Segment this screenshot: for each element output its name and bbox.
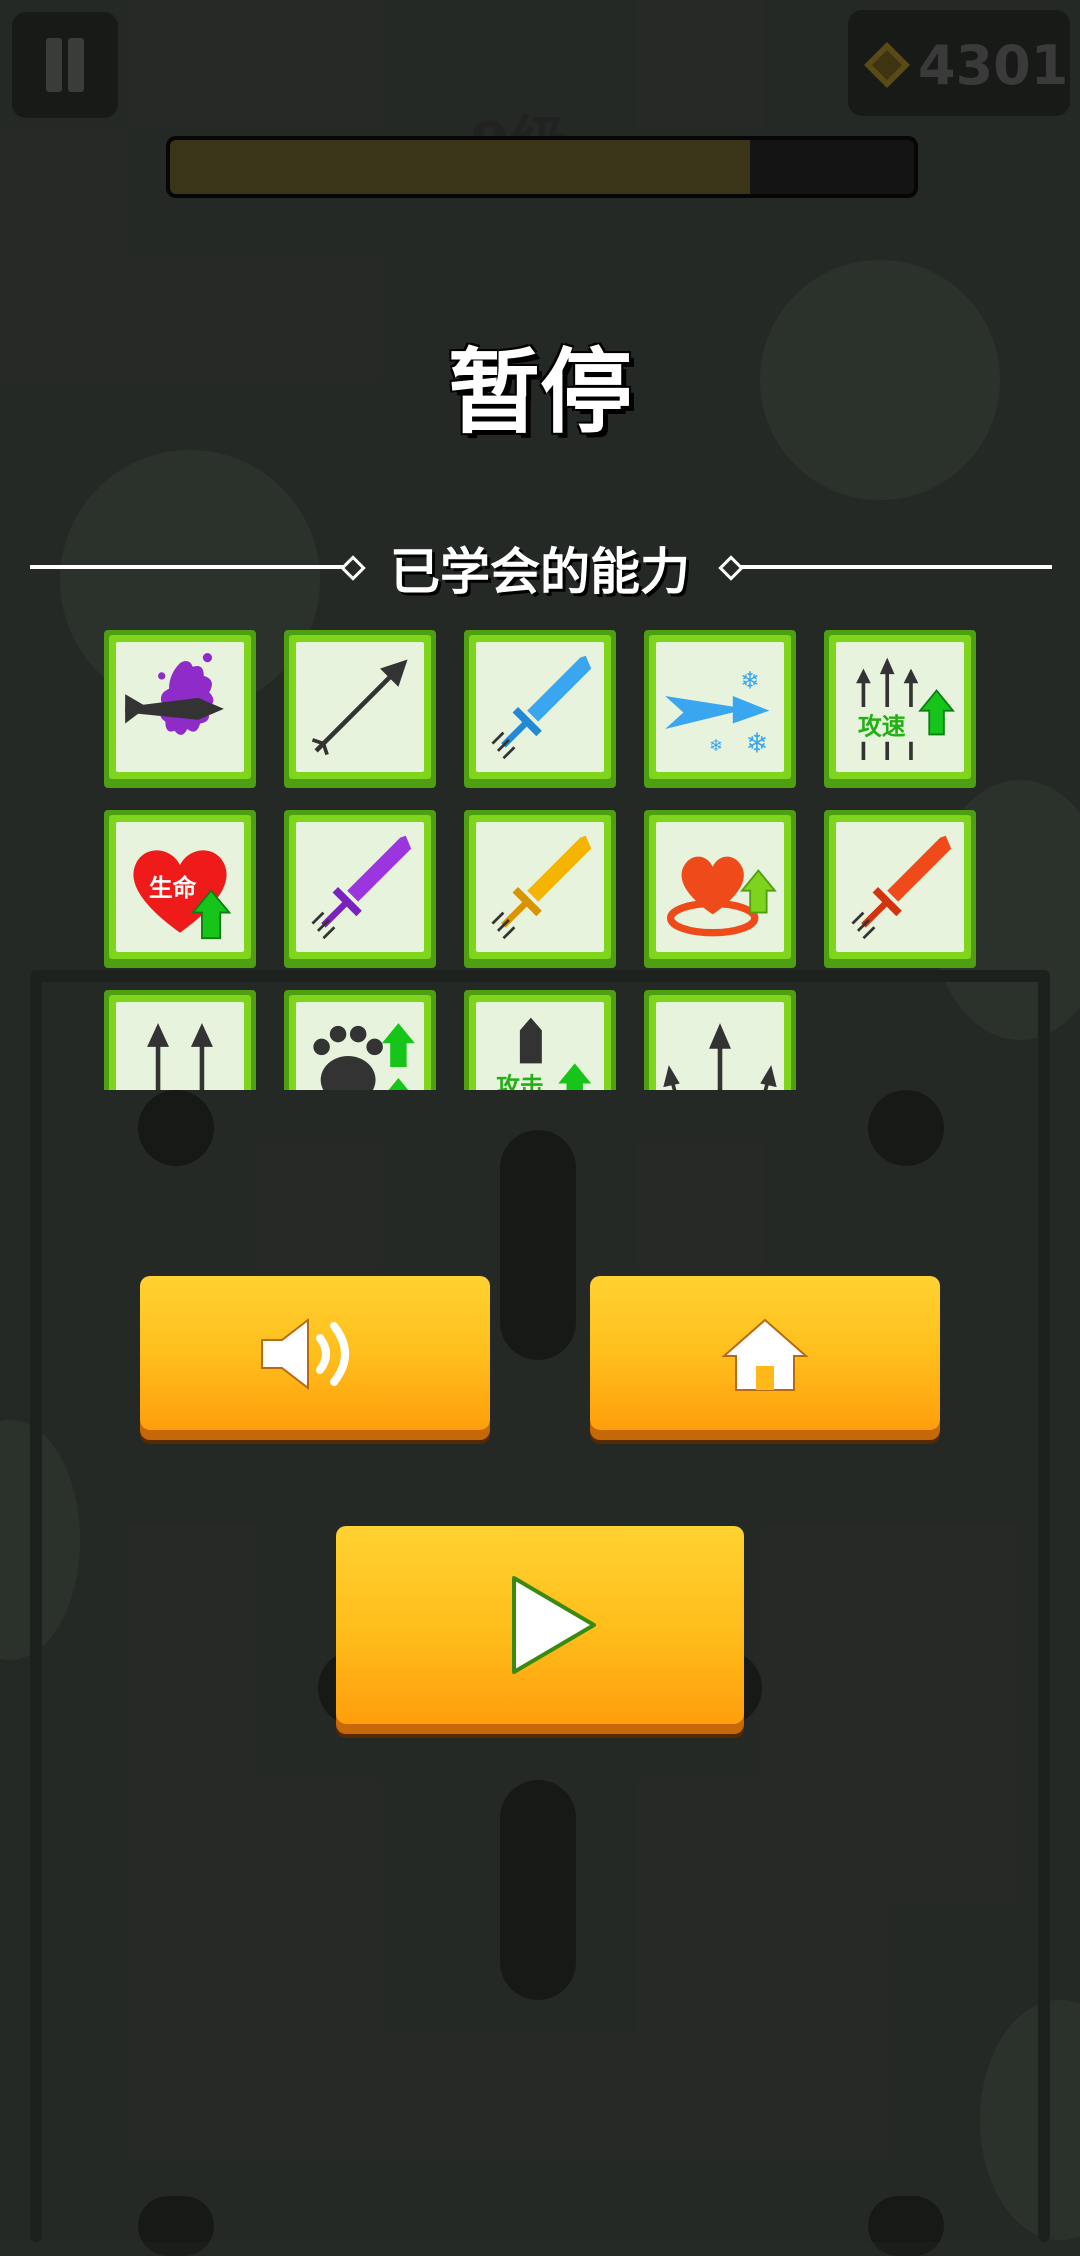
diamond-gem-icon — [864, 42, 910, 88]
ability-tile — [284, 810, 436, 968]
gem-count: 4301 — [918, 34, 1069, 97]
speaker-icon — [261, 1317, 349, 1391]
ability-tile — [104, 990, 256, 1090]
attack-speed-up-icon: 攻速 — [856, 657, 955, 761]
poison-arrow-icon — [125, 653, 224, 735]
svg-text:❄: ❄ — [709, 736, 723, 755]
svg-text:❄: ❄ — [746, 729, 769, 760]
double-arrow-icon — [147, 1023, 213, 1090]
diagonal-arrow-icon — [311, 659, 408, 756]
pause-icon-bar — [68, 38, 84, 92]
ability-tile — [284, 990, 436, 1090]
ability-tile — [644, 810, 796, 968]
pet-paw-up-icon — [313, 1023, 415, 1090]
ability-tile: 生命 — [104, 810, 256, 968]
blue-sword-icon — [491, 655, 592, 760]
resume-button[interactable] — [336, 1526, 744, 1724]
life-up-heart-icon: 生命 — [133, 850, 232, 940]
purple-sword-icon — [311, 835, 412, 940]
triple-arrow-icon — [663, 1023, 777, 1090]
ability-text: 攻击 — [496, 1072, 544, 1090]
level-progress-bar — [166, 136, 918, 198]
red-sword-icon — [851, 835, 952, 940]
ability-tile — [824, 810, 976, 968]
abilities-grid[interactable]: ❄ ❄ ❄ 攻速 生命 攻击 — [104, 630, 984, 1090]
ability-tile — [284, 630, 436, 788]
ability-tile: ❄ ❄ ❄ — [644, 630, 796, 788]
yellow-sword-icon — [491, 835, 592, 940]
home-icon — [721, 1318, 809, 1391]
pause-icon — [46, 38, 62, 92]
home-button[interactable] — [590, 1276, 940, 1430]
ability-tile: 攻速 — [824, 630, 976, 788]
pause-button[interactable] — [12, 12, 118, 118]
ability-tile — [464, 630, 616, 788]
play-icon — [512, 1576, 596, 1674]
ice-arrow-icon: ❄ ❄ ❄ — [665, 667, 770, 760]
abilities-heading-row: 已学会的能力 — [0, 532, 1080, 602]
heart-heal-up-icon — [666, 856, 777, 937]
ability-tile: 攻击 — [464, 990, 616, 1090]
pause-title: 暂停 — [447, 339, 632, 446]
svg-text:❄: ❄ — [740, 667, 760, 695]
ability-tile — [104, 630, 256, 788]
attack-up-icon: 攻击 — [496, 1017, 592, 1090]
divider-right — [740, 565, 1052, 569]
sound-toggle-button[interactable] — [140, 1276, 490, 1430]
ability-text: 攻速 — [858, 712, 906, 740]
ability-tile — [644, 990, 796, 1090]
gem-counter: 4301 — [848, 10, 1070, 116]
level-progress-fill — [170, 140, 751, 194]
ability-text: 生命 — [149, 874, 197, 902]
ability-tile — [464, 810, 616, 968]
